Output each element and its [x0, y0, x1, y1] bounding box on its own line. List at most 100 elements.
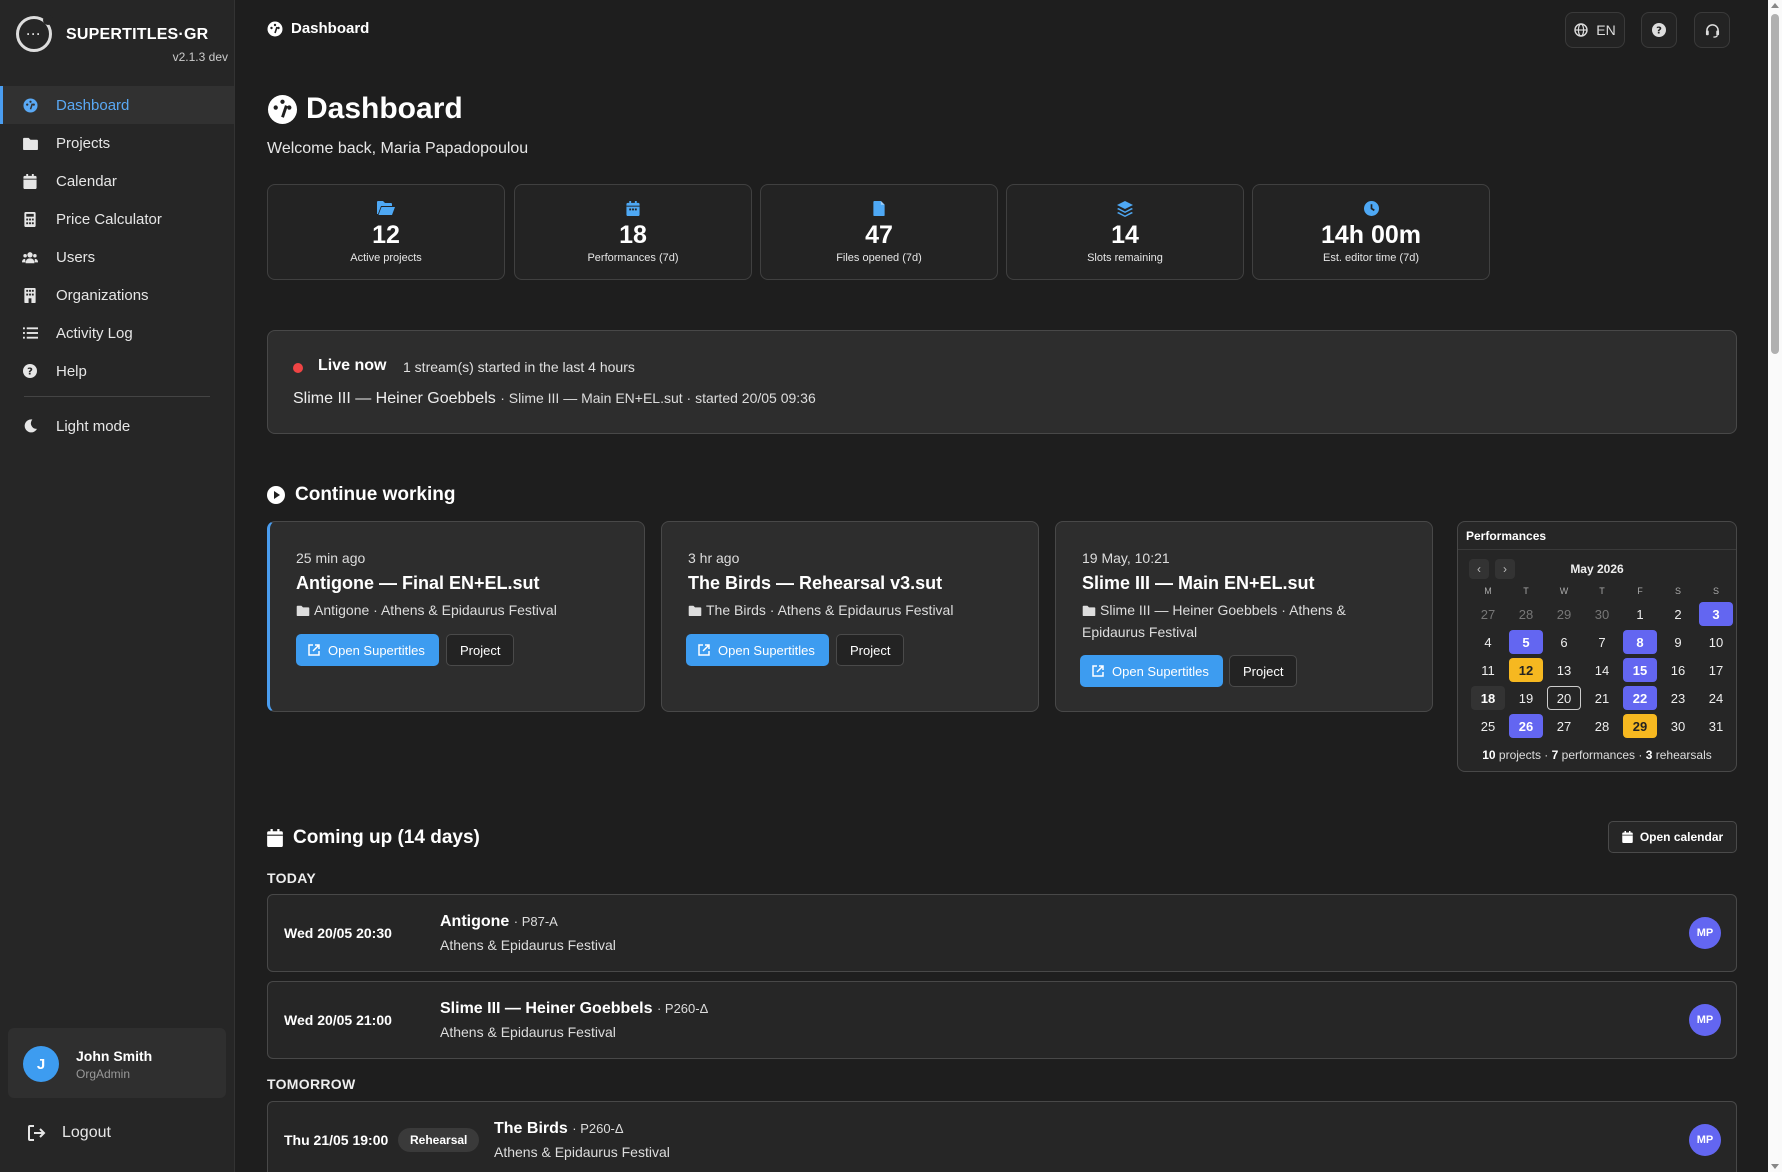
stat-performances[interactable]: 18 Performances (7d) [514, 184, 752, 280]
user-card[interactable]: J John Smith OrgAdmin [8, 1028, 226, 1098]
sidebar-item-calendar[interactable]: Calendar [0, 162, 234, 200]
open-supertitles-button[interactable]: Open Supertitles [296, 634, 439, 666]
calendar-day[interactable]: 11 [1469, 656, 1507, 684]
rehearsal-badge: Rehearsal [398, 1128, 480, 1152]
open-supertitles-button[interactable]: Open Supertitles [1080, 655, 1223, 687]
project-button[interactable]: Project [1229, 655, 1298, 687]
calendar-day[interactable]: 29 [1621, 712, 1659, 740]
calendar-day[interactable]: 25 [1469, 712, 1507, 740]
day-group-label: TODAY [267, 870, 316, 886]
calendar-day[interactable]: 19 [1507, 684, 1545, 712]
summary-performances-label: performances · [1561, 748, 1643, 762]
scroll-up-icon[interactable] [1771, 3, 1779, 8]
calendar-day[interactable]: 3 [1697, 600, 1735, 628]
calendar-day[interactable]: 23 [1659, 684, 1697, 712]
calendar-day-number: 19 [1518, 690, 1534, 706]
sidebar-item-help[interactable]: ? Help [0, 352, 234, 390]
stat-slots-remaining[interactable]: 14 Slots remaining [1006, 184, 1244, 280]
sidebar-item-price-calculator[interactable]: Price Calculator [0, 200, 234, 238]
weekday-label: T [1523, 586, 1529, 596]
summary-performances-count: 7 [1551, 748, 1559, 762]
calendar-day[interactable]: 15 [1621, 656, 1659, 684]
calendar-day[interactable]: 8 [1621, 628, 1659, 656]
stat-value: 14h 00m [1320, 221, 1422, 249]
calendar-day[interactable]: 18 [1469, 684, 1507, 712]
calendar-day[interactable]: 17 [1697, 656, 1735, 684]
event-datetime: Thu 21/05 19:00 [284, 1132, 389, 1148]
event-row[interactable]: Wed 20/05 20:30 Antigone · P87-A Athens … [267, 894, 1737, 972]
stat-files-opened[interactable]: 47 Files opened (7d) [760, 184, 998, 280]
stat-active-projects[interactable]: 12 Active projects [267, 184, 505, 280]
scroll-down-icon[interactable] [1771, 1164, 1779, 1169]
calendar-day[interactable]: 5 [1507, 628, 1545, 656]
sidebar-item-activity-log[interactable]: Activity Log [0, 314, 234, 352]
theme-toggle[interactable]: Light mode [0, 407, 234, 445]
calendar-day[interactable]: 6 [1545, 628, 1583, 656]
language-button[interactable]: EN [1565, 12, 1625, 48]
page-scrollbar[interactable] [1768, 0, 1782, 1172]
calendar-day[interactable]: 16 [1659, 656, 1697, 684]
logout-button[interactable]: Logout [28, 1124, 111, 1142]
event-row[interactable]: Thu 21/05 19:00 Rehearsal The Birds · P2… [267, 1101, 1737, 1172]
support-button[interactable] [1694, 12, 1730, 48]
work-card[interactable]: 3 hr ago The Birds — Rehearsal v3.sut Th… [661, 521, 1039, 712]
calendar-day[interactable]: 12 [1507, 656, 1545, 684]
calendar-day[interactable]: 27 [1545, 712, 1583, 740]
open-supertitles-button[interactable]: Open Supertitles [686, 634, 829, 666]
help-button[interactable]: ? [1641, 12, 1677, 48]
calendar-day-number: 29 [1556, 606, 1572, 622]
calendar-day[interactable]: 30 [1659, 712, 1697, 740]
layers-icon [1007, 201, 1243, 217]
calendar-day[interactable]: 27 [1469, 600, 1507, 628]
calendar-day[interactable]: 24 [1697, 684, 1735, 712]
calendar-day[interactable]: 13 [1545, 656, 1583, 684]
event-title-text: Antigone [440, 913, 510, 930]
calendar-day[interactable]: 26 [1507, 712, 1545, 740]
stat-label: Performances (7d) [587, 252, 679, 264]
scrollbar-thumb[interactable] [1771, 14, 1779, 354]
list-icon [22, 325, 38, 341]
work-card-meta: The Birds · Athens & Epidaurus Festival [688, 600, 1018, 622]
calendar-day[interactable]: 31 [1697, 712, 1735, 740]
calendar-day[interactable]: 1 [1621, 600, 1659, 628]
avatar: J [23, 1046, 59, 1082]
sidebar-item-projects[interactable]: Projects [0, 124, 234, 162]
sidebar-item-users[interactable]: Users [0, 238, 234, 276]
calendar-day[interactable]: 9 [1659, 628, 1697, 656]
work-card[interactable]: 25 min ago Antigone — Final EN+EL.sut An… [267, 521, 645, 712]
calendar-day[interactable]: 21 [1583, 684, 1621, 712]
continue-working-heading: Continue working [267, 484, 455, 506]
calendar-day[interactable]: 22 [1621, 684, 1659, 712]
project-button[interactable]: Project [836, 634, 905, 666]
calendar-day[interactable]: 4 [1469, 628, 1507, 656]
project-button[interactable]: Project [446, 634, 515, 666]
sidebar-item-organizations[interactable]: Organizations [0, 276, 234, 314]
calendar-day-number: 23 [1670, 690, 1686, 706]
sidebar-item-dashboard[interactable]: Dashboard [0, 86, 234, 124]
calendar-day[interactable]: 2 [1659, 600, 1697, 628]
calendar-grid: MTWTFSS 27 28 29 30 1 2 3 4 5 6 7 8 9 10 11 12 13 14 15 16 1… [1469, 586, 1734, 740]
sidebar-item-label: Activity Log [56, 324, 133, 342]
calendar-day[interactable]: 30 [1583, 600, 1621, 628]
calendar-day[interactable]: 14 [1583, 656, 1621, 684]
live-stream-item[interactable]: Slime III — Heiner Goebbels · Slime III … [293, 390, 816, 408]
calendar-day[interactable]: 10 [1697, 628, 1735, 656]
event-row[interactable]: Wed 20/05 21:00 Slime III — Heiner Goebb… [267, 981, 1737, 1059]
calendar-day[interactable]: 7 [1583, 628, 1621, 656]
calendar-day[interactable]: 28 [1583, 712, 1621, 740]
folder-icon [296, 601, 310, 622]
calendar-day[interactable]: 20 [1545, 684, 1583, 712]
calendar-day-number: 31 [1708, 718, 1724, 734]
stat-editor-time[interactable]: 14h 00m Est. editor time (7d) [1252, 184, 1490, 280]
external-link-icon [698, 644, 710, 656]
brand[interactable]: ··· SUPERTITLES·GR v2.1.3 dev [16, 15, 228, 68]
dashboard-icon [267, 21, 283, 37]
calendar-day[interactable]: 29 [1545, 600, 1583, 628]
stat-value: 14 [1111, 221, 1139, 249]
moon-icon [22, 418, 38, 434]
calendar-icon [267, 829, 283, 847]
open-calendar-button[interactable]: Open calendar [1608, 821, 1737, 853]
calendar-day-number: 6 [1560, 634, 1568, 650]
work-card[interactable]: 19 May, 10:21 Slime III — Main EN+EL.sut… [1055, 521, 1433, 712]
calendar-day[interactable]: 28 [1507, 600, 1545, 628]
